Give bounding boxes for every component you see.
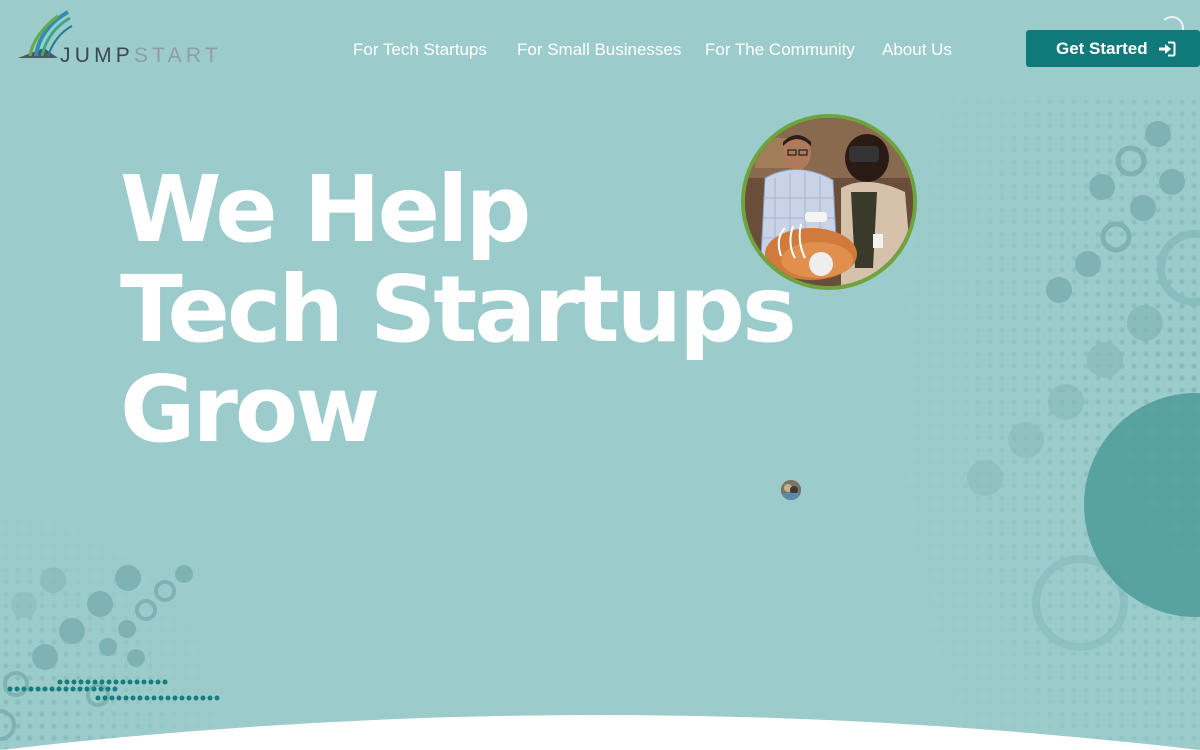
hero-title-line-2: Tech Startups xyxy=(120,256,797,363)
hero-title-line-3: Grow xyxy=(120,356,380,463)
hero-title-line-1: We Help xyxy=(120,156,531,263)
hero-photo xyxy=(741,114,917,290)
logo-wordmark: JUMPSTART xyxy=(60,44,222,67)
bottom-wave xyxy=(0,715,1200,750)
mini-avatar xyxy=(781,480,801,500)
nav-item-for-the-community[interactable]: For The Community xyxy=(705,40,855,60)
sign-in-icon xyxy=(1158,41,1176,57)
nav-item-for-tech-startups[interactable]: For Tech Startups xyxy=(353,40,487,60)
site-header: JUMPSTART For Tech Startups For Small Bu… xyxy=(0,0,1200,90)
hero-title: We Help Tech Startups Grow xyxy=(120,156,797,463)
nav-item-about-us[interactable]: About Us xyxy=(882,40,952,60)
nav-item-for-small-businesses[interactable]: For Small Businesses xyxy=(517,40,681,60)
jumpstart-logo[interactable]: JUMPSTART xyxy=(14,8,244,68)
get-started-label: Get Started xyxy=(1056,38,1148,58)
get-started-button[interactable]: Get Started xyxy=(1026,30,1200,67)
